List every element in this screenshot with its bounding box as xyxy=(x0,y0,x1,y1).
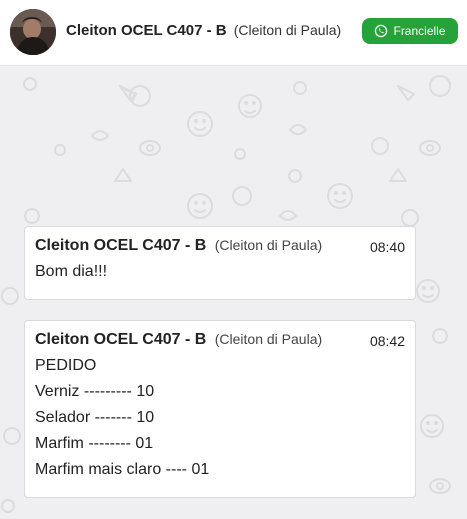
agent-button-label: Francielle xyxy=(393,24,446,38)
message-sender-alias: (Cleiton di Paula) xyxy=(214,331,323,347)
message-text-line: Verniz --------- 10 xyxy=(35,383,155,400)
message-time: 08:42 xyxy=(369,333,405,349)
contact-alias: (Cleiton di Paula) xyxy=(233,22,342,38)
contact-name: Cleiton OCEL C407 - B xyxy=(66,22,227,39)
message-text-line: PEDIDO xyxy=(35,357,97,374)
message-text-line: Marfim mais claro ---- 01 xyxy=(35,461,210,478)
message-bubble[interactable]: Cleiton OCEL C407 - B (Cleiton di Paula)… xyxy=(24,226,416,300)
message-text-line: Selador ------- 10 xyxy=(35,409,155,426)
message-text-line: Marfim -------- 01 xyxy=(35,435,154,452)
message-sender: Cleiton OCEL C407 - B xyxy=(35,331,207,348)
chat-area[interactable]: Cleiton OCEL C407 - B (Cleiton di Paula)… xyxy=(0,66,467,519)
agent-button[interactable]: Francielle xyxy=(362,18,458,44)
chat-header: Cleiton OCEL C407 - B (Cleiton di Paula)… xyxy=(0,0,467,66)
message-header: Cleiton OCEL C407 - B (Cleiton di Paula)… xyxy=(35,237,405,259)
message-sender: Cleiton OCEL C407 - B xyxy=(35,237,207,254)
message-sender-alias: (Cleiton di Paula) xyxy=(214,237,323,253)
message-header: Cleiton OCEL C407 - B (Cleiton di Paula)… xyxy=(35,331,405,353)
whatsapp-icon xyxy=(374,24,388,38)
message-bubble[interactable]: Cleiton OCEL C407 - B (Cleiton di Paula)… xyxy=(24,320,416,498)
message-text: Bom dia!!! xyxy=(35,263,108,280)
contact-title: Cleiton OCEL C407 - B (Cleiton di Paula) xyxy=(66,22,341,39)
contact-avatar[interactable] xyxy=(10,9,56,55)
message-time: 08:40 xyxy=(369,239,405,255)
